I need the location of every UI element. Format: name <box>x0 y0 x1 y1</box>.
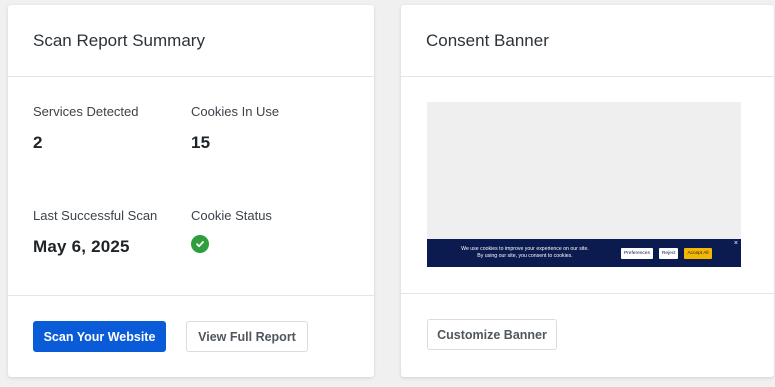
card-footer-divider <box>8 295 374 296</box>
last-scan-value: May 6, 2025 <box>33 237 130 256</box>
scan-website-button[interactable]: Scan Your Website <box>33 321 166 352</box>
cookies-in-use-value: 15 <box>191 133 211 152</box>
card-footer-divider <box>401 293 774 294</box>
banner-preview-text-line1: We use cookies to improve your experienc… <box>461 245 589 252</box>
last-scan-stat: Last Successful Scan May 6, 2025 <box>33 208 157 257</box>
last-scan-label: Last Successful Scan <box>33 208 158 223</box>
close-icon: × <box>733 240 738 247</box>
services-detected-stat: Services Detected 2 <box>33 104 139 153</box>
banner-preview-text-line2: By using our site, you consent to cookie… <box>477 253 573 259</box>
services-detected-value: 2 <box>33 133 43 152</box>
scan-report-summary-title: Scan Report Summary <box>8 5 374 77</box>
banner-preview-text: We use cookies to improve your experienc… <box>435 246 615 261</box>
check-circle-icon <box>191 235 209 253</box>
cookie-status-label: Cookie Status <box>191 208 272 223</box>
cookie-status-stat: Cookie Status <box>191 208 272 253</box>
preview-reject-button: Reject <box>658 247 679 259</box>
cookies-in-use-stat: Cookies In Use 15 <box>191 104 279 153</box>
preview-accept-button: Accept All <box>684 247 712 259</box>
customize-banner-button[interactable]: Customize Banner <box>427 319 557 350</box>
cookies-in-use-label: Cookies In Use <box>191 104 280 119</box>
preview-preferences-button: Preferences <box>621 247 653 259</box>
banner-preview: We use cookies to improve your experienc… <box>427 102 741 267</box>
banner-preview-bar: We use cookies to improve your experienc… <box>427 239 741 267</box>
consent-banner-card: Consent Banner We use cookies to improve… <box>401 5 774 377</box>
view-full-report-button[interactable]: View Full Report <box>186 321 308 352</box>
consent-banner-title: Consent Banner <box>401 5 774 77</box>
services-detected-label: Services Detected <box>33 104 139 119</box>
scan-report-summary-card: Scan Report Summary Services Detected 2 … <box>8 5 374 377</box>
